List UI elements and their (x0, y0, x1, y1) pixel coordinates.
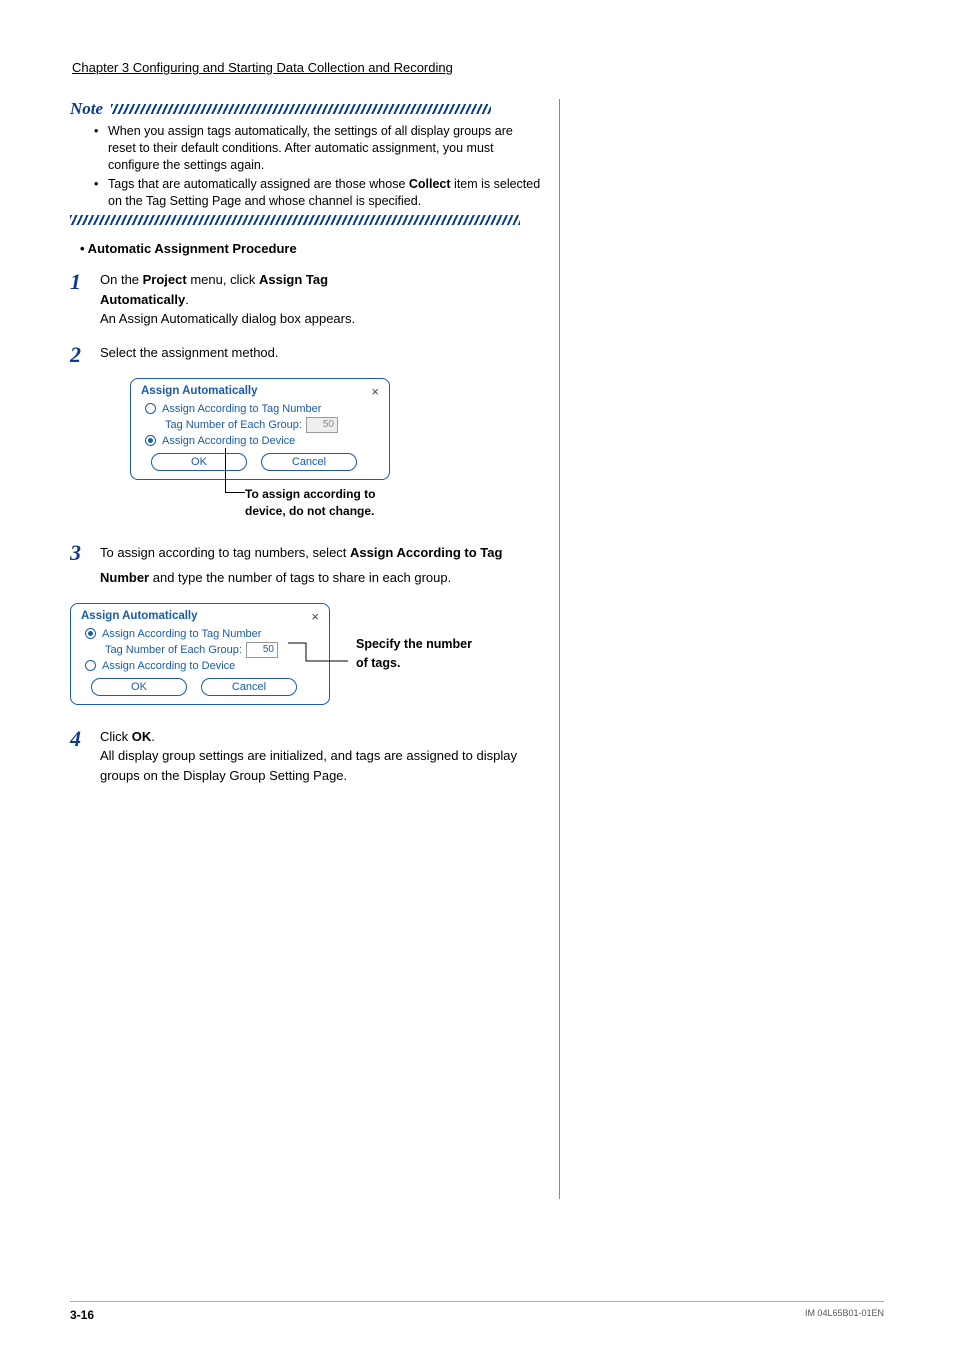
callout-line-icon (288, 635, 348, 685)
ok-button[interactable]: OK (151, 453, 247, 471)
chapter-header: Chapter 3 Configuring and Starting Data … (72, 60, 884, 81)
ok-button[interactable]: OK (91, 678, 187, 696)
assign-auto-dialog: Assign Automatically × Assign According … (130, 378, 390, 480)
note-stripe-icon (70, 215, 520, 225)
step-text: . (151, 729, 155, 744)
note-block: Note When you assign tags automatically,… (70, 99, 544, 225)
dialog-title: Assign Automatically (141, 385, 258, 397)
note-list: When you assign tags automatically, the … (70, 123, 544, 209)
cancel-button[interactable]: Cancel (261, 453, 357, 471)
page-footer: 3-16 IM 04L65B01-01EN (70, 1301, 884, 1322)
step-number: 2 (70, 343, 100, 366)
radio-label: Assign According to Device (102, 660, 235, 672)
radio-icon (145, 435, 156, 446)
note-item: When you assign tags automatically, the … (108, 123, 544, 174)
radio-assign-device[interactable]: Assign According to Device (145, 435, 381, 447)
step-bold: Project (143, 272, 187, 287)
radio-icon (85, 660, 96, 671)
step-number: 4 (70, 727, 100, 750)
radio-label: Assign According to Device (162, 435, 295, 447)
step-text: To assign according to tag numbers, sele… (100, 545, 350, 560)
step-text: and type the number of tags to share in … (149, 570, 451, 585)
tag-number-input[interactable]: 50 (306, 417, 338, 433)
callout-specify-number: Specify the number of tags. (356, 635, 472, 673)
step-text: On the (100, 272, 143, 287)
step-text: An Assign Automatically dialog box appea… (100, 309, 544, 329)
cancel-button[interactable]: Cancel (201, 678, 297, 696)
step-text: Select the assignment method. (100, 343, 544, 363)
step-1: 1 On the Project menu, click Assign Tag … (70, 270, 544, 329)
page-number: 3-16 (70, 1308, 94, 1322)
step-number: 3 (70, 541, 100, 564)
radio-label: Assign According to Tag Number (102, 628, 261, 640)
step-4: 4 Click OK. All display group settings a… (70, 727, 544, 786)
step-number: 1 (70, 270, 100, 293)
step-bold: Assign Tag (259, 272, 328, 287)
radio-assign-tag-number[interactable]: Assign According to Tag Number (145, 403, 381, 415)
doc-id: IM 04L65B01-01EN (805, 1308, 884, 1322)
close-icon[interactable]: × (311, 609, 319, 624)
step-text: All display group settings are initializ… (100, 746, 544, 785)
tag-number-row: Tag Number of Each Group: 50 (165, 417, 381, 433)
dialog-screenshot-2: Assign Automatically × Assign According … (70, 603, 544, 705)
step-bold: OK (132, 729, 152, 744)
dialog-title: Assign Automatically (81, 610, 198, 622)
note-text: When you assign tags automatically, the … (108, 124, 513, 172)
radio-icon (145, 403, 156, 414)
step-text: Click (100, 729, 132, 744)
callout-caption: To assign according to device, do not ch… (245, 486, 544, 520)
radio-assign-tag-number[interactable]: Assign According to Tag Number (85, 628, 321, 640)
step-3: 3 To assign according to tag numbers, se… (70, 541, 544, 590)
close-icon[interactable]: × (371, 384, 379, 399)
step-text: menu, click (187, 272, 259, 287)
radio-assign-device[interactable]: Assign According to Device (85, 660, 321, 672)
radio-label: Assign According to Tag Number (162, 403, 321, 415)
dialog-screenshot-1: Assign Automatically × Assign According … (130, 378, 544, 520)
note-text: Tags that are automatically assigned are… (108, 177, 409, 191)
tag-number-label: Tag Number of Each Group: (105, 644, 242, 656)
step-bold: Automatically (100, 292, 185, 307)
note-item: Tags that are automatically assigned are… (108, 176, 544, 210)
note-stripe-icon (111, 104, 491, 114)
step-text: . (185, 292, 189, 307)
note-bold: Collect (409, 177, 451, 191)
subhead-auto-assign: • Automatic Assignment Procedure (80, 241, 544, 256)
step-2: 2 Select the assignment method. (70, 343, 544, 366)
note-label: Note (70, 99, 103, 118)
callout-line-icon (225, 492, 245, 493)
tag-number-label: Tag Number of Each Group: (165, 419, 302, 431)
callout-line-icon (225, 448, 226, 492)
radio-icon (85, 628, 96, 639)
tag-number-input[interactable]: 50 (246, 642, 278, 658)
